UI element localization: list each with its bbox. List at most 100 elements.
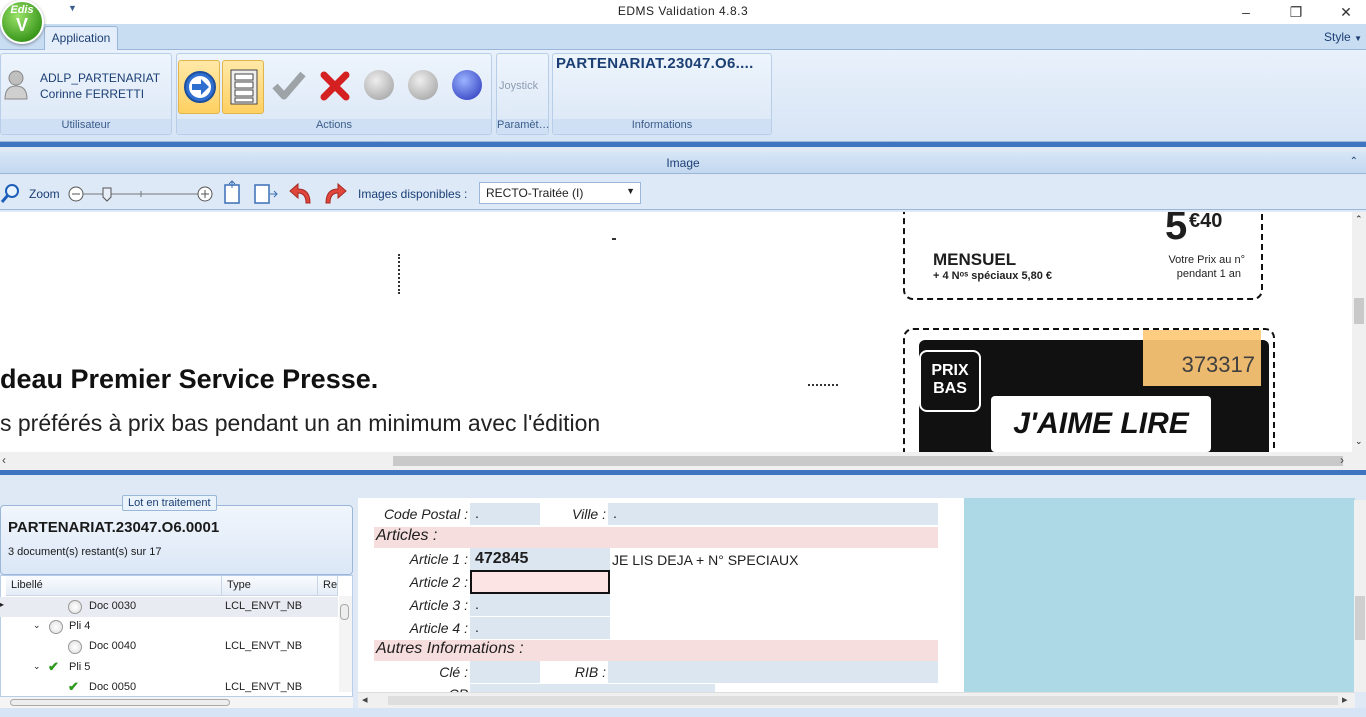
fit-width-icon[interactable] — [252, 180, 278, 206]
user-id: ADLP_PARTENARIAT — [40, 71, 161, 85]
grey-circle-button-2[interactable] — [408, 70, 438, 100]
autres-informations-section: Autres Informations : — [374, 640, 938, 661]
article1-field[interactable]: 472845 — [470, 548, 610, 570]
clipboard-button[interactable] — [222, 60, 264, 114]
scroll-right-icon[interactable]: › — [1340, 453, 1344, 467]
rotate-right-icon[interactable] — [322, 181, 348, 205]
pending-status-icon — [68, 600, 82, 614]
zoom-slider[interactable] — [66, 184, 216, 204]
article2-field[interactable] — [470, 570, 610, 594]
collapse-icon[interactable]: ⌃ — [1350, 156, 1358, 167]
scroll-thumb[interactable] — [340, 604, 349, 620]
row-type: LCL_ENVT_NB — [225, 600, 303, 612]
column-header-type[interactable]: Type — [222, 576, 318, 596]
scroll-right-icon[interactable]: ▸ — [1342, 693, 1348, 706]
table-row[interactable]: ▸ Doc 0030 LCL_ENVT_NB — [0, 597, 338, 617]
row-label: Pli 4 — [69, 620, 91, 632]
scroll-thumb[interactable] — [388, 696, 1338, 705]
ville-field[interactable]: . — [608, 503, 938, 525]
scroll-thumb[interactable] — [1354, 298, 1364, 324]
images-select[interactable]: RECTO-Traitée (I) ▼ — [479, 182, 641, 204]
image-panel-title: Image — [666, 156, 700, 170]
style-menu[interactable]: Style ▼ — [1324, 30, 1362, 44]
coupon-extra: + 4 Nᵒˢ spéciaux 5,80 € — [933, 270, 1053, 282]
window-title: EDMS Validation 4.8.3 — [617, 4, 749, 18]
form-horizontal-scrollbar[interactable]: ◂ ▸ — [358, 692, 1355, 708]
quick-access-dropdown-icon[interactable]: ▼ — [68, 3, 77, 13]
document-heading: deau Premier Service Presse. — [0, 364, 379, 394]
article3-field[interactable]: . — [470, 594, 610, 616]
form-vertical-scrollbar[interactable] — [1354, 500, 1366, 692]
check-icon: ✔ — [68, 679, 79, 694]
group-user-label: Utilisateur — [1, 119, 171, 134]
collapse-arrow-icon[interactable]: ⌄ — [33, 661, 41, 672]
fit-height-icon[interactable] — [220, 180, 244, 206]
splitter-top[interactable] — [0, 142, 1366, 147]
form-side-panel — [964, 498, 1355, 692]
column-header-libelle[interactable]: Libellé — [6, 576, 222, 596]
close-button[interactable]: ✕ — [1326, 2, 1366, 22]
viewer-vertical-scrollbar[interactable]: ⌃ ⌄ — [1352, 212, 1366, 452]
user-name: Corinne FERRETTI — [40, 87, 145, 101]
lot-status-tag: Lot en traitement — [122, 495, 217, 511]
minimize-button[interactable]: – — [1226, 2, 1266, 22]
table-row[interactable]: ⌄ Pli 4 — [0, 617, 338, 637]
article4-field[interactable]: . — [470, 617, 610, 639]
group-params: Paramèt… — [496, 53, 550, 135]
splitter-bottom[interactable] — [0, 470, 1366, 475]
batch-info-title: PARTENARIAT.23047.O6.... — [556, 55, 754, 72]
pending-status-icon — [49, 620, 63, 634]
cle-field[interactable] — [470, 661, 540, 683]
table-row[interactable]: ⌄ ✔ Pli 5 — [0, 658, 338, 678]
scroll-thumb[interactable] — [10, 699, 230, 706]
validate-check-icon[interactable] — [272, 70, 306, 102]
article1-label: Article 1 : — [409, 551, 468, 567]
image-viewer[interactable]: deau Premier Service Presse. s préférés … — [0, 212, 1355, 452]
clipboard-icon — [230, 69, 258, 105]
app-logo[interactable]: Edis V — [0, 0, 44, 44]
row-label: Doc 0030 — [89, 600, 137, 612]
next-button[interactable] — [178, 60, 220, 114]
magnifier-icon[interactable] — [0, 182, 22, 204]
collapse-arrow-icon[interactable]: ⌄ — [33, 620, 41, 631]
reject-cross-icon[interactable] — [318, 70, 352, 102]
scroll-left-icon[interactable]: ◂ — [362, 693, 368, 706]
style-menu-label: Style — [1324, 30, 1351, 44]
group-actions-label: Actions — [177, 119, 491, 134]
grid-horizontal-scrollbar[interactable] — [0, 697, 353, 708]
blue-circle-button[interactable] — [452, 70, 482, 100]
table-row[interactable]: ✔ Doc 0050 LCL_ENVT_NB — [0, 678, 338, 698]
grey-circle-button-1[interactable] — [364, 70, 394, 100]
scroll-thumb[interactable] — [1355, 596, 1365, 640]
code-postal-field[interactable]: . — [470, 503, 540, 525]
coupon-mensuel: MENSUEL + 4 Nᵒˢ spéciaux 5,80 € 5 €40 Vo… — [903, 212, 1263, 300]
grid-vertical-scrollbar[interactable] — [339, 596, 352, 692]
article3-value: . — [475, 596, 479, 612]
ville-value: . — [613, 505, 617, 521]
rotate-left-icon[interactable] — [288, 181, 314, 205]
status-bar — [0, 708, 1366, 717]
rib-field[interactable] — [608, 661, 938, 683]
scroll-down-icon[interactable]: ⌄ — [1355, 436, 1363, 447]
joystick-button[interactable]: Joystick — [499, 80, 538, 92]
column-header-re[interactable]: Re — [318, 576, 338, 596]
scroll-thumb[interactable] — [393, 456, 1343, 466]
coupon-plan: MENSUEL — [933, 250, 1017, 269]
check-icon: ✔ — [48, 659, 59, 674]
row-pointer-icon: ▸ — [0, 600, 5, 609]
zoom-label: Zoom — [29, 187, 60, 201]
pending-status-icon — [68, 640, 82, 654]
cp-field[interactable] — [470, 684, 715, 692]
coupon-cents: €40 — [1189, 212, 1223, 232]
badge-line: BAS — [933, 380, 967, 397]
scroll-left-icon[interactable]: ‹ — [2, 453, 6, 467]
tab-application[interactable]: Application — [44, 26, 118, 51]
restore-button[interactable]: ❐ — [1276, 2, 1316, 22]
chevron-down-icon: ▼ — [1354, 34, 1362, 43]
scroll-up-icon[interactable]: ⌃ — [1355, 214, 1363, 225]
images-available-label: Images disponibles : — [358, 187, 468, 201]
user-icon — [4, 70, 28, 100]
row-label: Doc 0040 — [89, 640, 137, 652]
row-label: Pli 5 — [69, 661, 91, 673]
table-row[interactable]: Doc 0040 LCL_ENVT_NB — [0, 637, 338, 657]
